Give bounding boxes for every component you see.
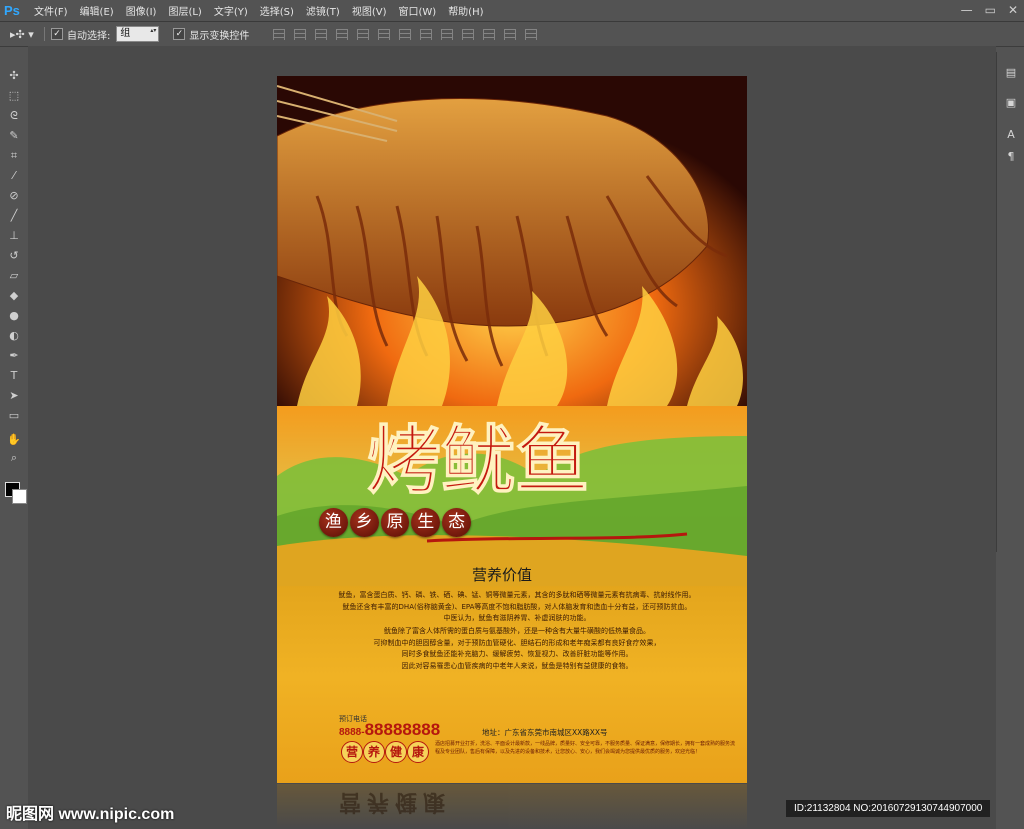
distribute-bottom-icon[interactable] bbox=[441, 28, 454, 40]
hand-tool-icon[interactable]: ✋ bbox=[6, 432, 22, 448]
history-brush-tool-icon[interactable]: ↺ bbox=[6, 248, 22, 264]
crop-tool-icon[interactable]: ⌗ bbox=[6, 148, 22, 164]
align-hcenter-icon[interactable] bbox=[357, 28, 370, 40]
eraser-tool-icon[interactable]: ▱ bbox=[6, 268, 22, 284]
align-right-icon[interactable] bbox=[378, 28, 391, 40]
health-char: 康 bbox=[407, 741, 429, 763]
health-char: 健 bbox=[385, 741, 407, 763]
menu-layer[interactable]: 图层(L) bbox=[168, 3, 201, 18]
eyedropper-tool-icon[interactable]: ⁄ bbox=[6, 168, 22, 184]
distribute-right-icon[interactable] bbox=[504, 28, 517, 40]
distribute-top-icon[interactable] bbox=[399, 28, 412, 40]
phone-number: 8888-88888888 bbox=[339, 720, 440, 740]
subtitle-char: 态 bbox=[442, 508, 471, 537]
grilled-squid-image bbox=[277, 76, 747, 406]
properties-panel-icon[interactable]: ▣ bbox=[1004, 96, 1018, 110]
photoshop-logo: Ps bbox=[4, 3, 20, 18]
window-controls: — ▭ ✕ bbox=[961, 2, 1018, 18]
dodge-tool-icon[interactable]: ◐ bbox=[6, 328, 22, 344]
zoom-tool-icon[interactable]: ⌕ bbox=[6, 450, 22, 466]
document-canvas[interactable]: 烤鱿鱼 渔 乡 原 生 态 营养价值 鱿鱼，富含蛋白质、钙、磷、铁、硒、碘、锰、… bbox=[277, 76, 747, 783]
options-bar: ▸✣ ▾ ✓ 自动选择: 组 ✓ 显示变换控件 bbox=[0, 22, 1024, 47]
health-char: 养 bbox=[363, 741, 385, 763]
paragraph-panel-icon[interactable]: ¶ bbox=[1004, 150, 1018, 164]
menu-file[interactable]: 文件(F) bbox=[34, 3, 68, 18]
shape-tool-icon[interactable]: ▭ bbox=[6, 408, 22, 424]
promo-text: 酒店招募开业打折，洗浴、平面设计最新款，一线品牌，质量好、安全可靠，不服务质量、… bbox=[435, 741, 736, 755]
subtitle-char: 生 bbox=[411, 508, 441, 537]
restore-button[interactable]: ▭ bbox=[985, 2, 996, 18]
background-color-swatch[interactable] bbox=[12, 489, 27, 504]
nutrition-paragraph-1: 鱿鱼，富含蛋白质、钙、磷、铁、硒、碘、锰、铜等微量元素，其含的多肽和硒等微量元素… bbox=[338, 591, 696, 622]
poster-reflection: 营养健康 bbox=[277, 784, 747, 829]
subtitle-char: 渔 bbox=[319, 508, 348, 537]
tools-panel: ✣ ⬚ ᘓ ✎ ⌗ ⁄ ⊘ ╱ ⊥ ↺ ▱ ◆ ● ◐ ✒ T ➤ ▭ ✋ ⌕ bbox=[0, 66, 28, 546]
paint-bucket-tool-icon[interactable]: ◆ bbox=[6, 288, 22, 304]
auto-select-label: 自动选择: bbox=[67, 30, 111, 42]
minimize-button[interactable]: — bbox=[961, 2, 973, 18]
image-id-label: ID:21132804 NO:20160729130744907000 bbox=[786, 800, 991, 817]
auto-select-dropdown[interactable]: 组 bbox=[116, 26, 160, 42]
menu-bar: Ps 文件(F) 编辑(E) 图像(I) 图层(L) 文字(Y) 选择(S) 滤… bbox=[0, 0, 1024, 22]
path-select-tool-icon[interactable]: ➤ bbox=[6, 388, 22, 404]
marquee-tool-icon[interactable]: ⬚ bbox=[6, 88, 22, 104]
auto-align-icon[interactable] bbox=[525, 28, 538, 40]
align-top-icon[interactable] bbox=[273, 28, 286, 40]
nutrition-heading: 营养价值 bbox=[472, 566, 533, 584]
reflection-text: 营养健康 bbox=[339, 789, 452, 814]
subtitle-char: 原 bbox=[380, 508, 410, 537]
auto-select-checkbox[interactable]: ✓ bbox=[51, 28, 63, 40]
poster-title-text: 烤鱿鱼 bbox=[367, 418, 589, 504]
move-tool-icon[interactable]: ✣ bbox=[6, 68, 22, 84]
align-buttons bbox=[273, 28, 538, 40]
health-badges: 营 养 健 康 bbox=[341, 741, 429, 763]
blur-tool-icon[interactable]: ● bbox=[6, 308, 22, 324]
address: 地址：广东省东莞市南城区XX路XX号 bbox=[482, 728, 608, 737]
nutrition-paragraph-2: 鱿鱼除了富含人体所需的蛋白质与氨基酸外，还是一种含有大量牛磺酸的低热量食品。 可… bbox=[373, 627, 661, 670]
distribute-left-icon[interactable] bbox=[462, 28, 475, 40]
show-transform-checkbox[interactable]: ✓ bbox=[173, 28, 186, 40]
character-panel-icon[interactable]: A bbox=[1004, 128, 1018, 142]
menu-view[interactable]: 视图(V) bbox=[352, 3, 387, 18]
nipic-watermark: 昵图网 www.nipic.com bbox=[6, 806, 175, 823]
pen-tool-icon[interactable]: ✒ bbox=[6, 348, 22, 364]
menu-type[interactable]: 文字(Y) bbox=[214, 3, 248, 18]
distribute-hcenter-icon[interactable] bbox=[483, 28, 496, 40]
brush-tool-icon[interactable]: ╱ bbox=[6, 208, 22, 224]
menu-window[interactable]: 窗口(W) bbox=[398, 3, 436, 18]
phone-prefix: 8888- bbox=[339, 727, 365, 738]
quick-select-tool-icon[interactable]: ✎ bbox=[6, 128, 22, 144]
menu-edit[interactable]: 编辑(E) bbox=[80, 3, 114, 18]
subtitle-badges: 渔 乡 原 生 态 bbox=[319, 508, 471, 542]
menu-filter[interactable]: 滤镜(T) bbox=[306, 3, 340, 18]
distribute-vcenter-icon[interactable] bbox=[420, 28, 433, 40]
subtitle-char: 乡 bbox=[349, 508, 379, 537]
health-char: 营 bbox=[341, 741, 363, 763]
lasso-tool-icon[interactable]: ᘓ bbox=[6, 108, 22, 124]
close-button[interactable]: ✕ bbox=[1008, 2, 1018, 18]
align-vcenter-icon[interactable] bbox=[294, 28, 307, 40]
divider bbox=[44, 27, 45, 41]
phone-main: 88888888 bbox=[364, 720, 441, 739]
stamp-tool-icon[interactable]: ⊥ bbox=[6, 228, 22, 244]
type-tool-icon[interactable]: T bbox=[6, 368, 22, 384]
align-left-icon[interactable] bbox=[336, 28, 349, 40]
show-transform-label: 显示变换控件 bbox=[189, 30, 250, 42]
menu-image[interactable]: 图像(I) bbox=[126, 3, 157, 18]
right-panel-dock: ▤ ▣ A ¶ bbox=[996, 52, 1024, 552]
align-bottom-icon[interactable] bbox=[315, 28, 328, 40]
move-tool-icon[interactable]: ▸✣ ▾ bbox=[10, 28, 38, 41]
menu-select[interactable]: 选择(S) bbox=[260, 3, 294, 18]
history-panel-icon[interactable]: ▤ bbox=[1004, 66, 1018, 80]
menu-help[interactable]: 帮助(H) bbox=[448, 3, 483, 18]
healing-tool-icon[interactable]: ⊘ bbox=[6, 188, 22, 204]
